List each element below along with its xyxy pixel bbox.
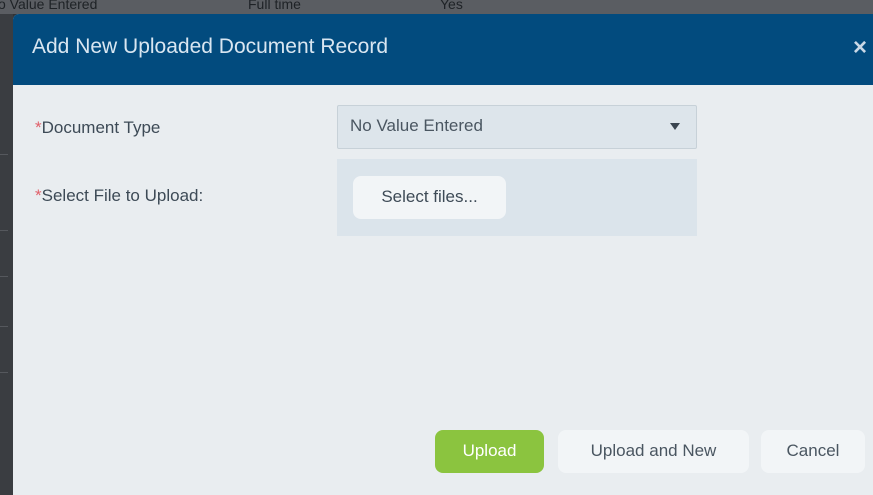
background-cell-employment: Full time [248,0,301,12]
background-row-divider [0,154,8,155]
background-cell-flag: Yes [440,0,463,12]
required-marker: * [35,118,42,137]
upload-document-dialog: Add New Uploaded Document Record × *Docu… [13,14,873,495]
select-file-label-text: Select File to Upload: [41,186,204,205]
document-type-dropdown[interactable]: No Value Entered [337,105,697,149]
required-marker: * [35,186,42,205]
document-type-label: *Document Type [35,118,160,138]
select-files-label: Select files... [381,187,478,206]
upload-and-new-button-label: Upload and New [590,441,717,460]
background-row-divider [0,230,8,231]
dialog-header: Add New Uploaded Document Record × [13,14,873,85]
background-row-divider [0,326,8,327]
background-left-edge [0,14,13,495]
cancel-button-label: Cancel [786,441,840,460]
dialog-title: Add New Uploaded Document Record [32,35,389,58]
select-file-label: *Select File to Upload: [35,186,203,206]
background-row-divider [0,276,8,277]
cancel-button[interactable]: Cancel [761,430,865,473]
close-icon[interactable]: × [853,33,867,63]
upload-button-label: Upload [462,441,517,460]
document-type-label-text: Document Type [41,118,161,137]
chevron-down-icon [670,123,680,130]
background-table-row: o Value Entered Full time Yes [0,0,873,14]
file-upload-zone[interactable]: Select files... [337,159,697,236]
background-cell-value: o Value Entered [0,0,98,12]
document-type-selected-value: No Value Entered [350,116,483,135]
upload-button[interactable]: Upload [435,430,544,473]
background-row-divider [0,372,8,373]
select-files-button[interactable]: Select files... [353,176,506,219]
upload-and-new-button[interactable]: Upload and New [558,430,749,473]
